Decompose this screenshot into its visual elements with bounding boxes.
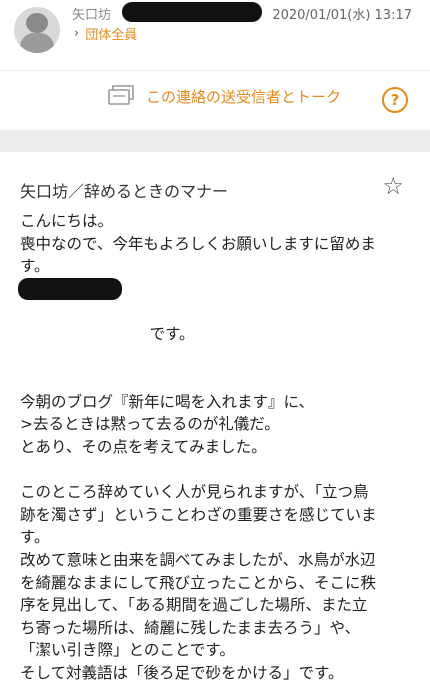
message-line: す。 xyxy=(20,257,50,276)
message-line: そして対義語は「後ろ足で砂をかける」です。 xyxy=(20,663,344,682)
message-line: 序を見出して、「ある期間を過ごした場所、また立 xyxy=(20,596,368,615)
message-card: 矢口坊／辞めるときのマナー ☆ こんにちは。 喪中なので、今年もよろしくお願いし… xyxy=(0,152,430,682)
message-line: す。 xyxy=(20,528,50,547)
sender-avatar[interactable] xyxy=(14,7,60,53)
message-header: 矢口坊 2020/01/01(水) 13:17 › 団体全員 xyxy=(0,0,430,62)
message-line: 跡を濁さず」ということわざの重要さを感じていま xyxy=(20,505,377,524)
talk-bar: この連絡の送受信者とトーク ? xyxy=(0,70,430,127)
message-line: とあり、その点を考えてみました。 xyxy=(20,437,267,456)
recipient-group-label: 団体全員 xyxy=(85,28,138,43)
recipient-group-link[interactable]: › 団体全員 xyxy=(74,24,137,43)
message-line: こんにちは。 xyxy=(20,212,114,230)
message-datetime: 2020/01/01(水) 13:17 xyxy=(272,8,412,23)
section-separator xyxy=(0,130,430,152)
sender-name: 矢口坊 xyxy=(72,8,112,23)
message-body: こんにちは。 喪中なので、今年もよろしくお願いしますに留めま す。 です。 今朝… xyxy=(18,210,416,684)
message-line: 喪中なので、今年もよろしくお願いしますに留めま xyxy=(20,234,376,253)
avatar-head-shape xyxy=(26,13,48,33)
chevron-right-icon: › xyxy=(74,26,80,41)
message-line: このところ辞めていく人が見られますが、「立つ鳥 xyxy=(20,483,369,502)
talk-link-label: この連絡の送受信者とトーク xyxy=(146,87,342,106)
message-blank-line xyxy=(20,368,416,391)
message-line: 改めて意味と由来を調べてみましたが、水鳥が水辺 xyxy=(20,550,376,569)
chat-bubbles-icon xyxy=(108,85,134,105)
message-line: です。 xyxy=(18,277,416,368)
help-icon[interactable]: ? xyxy=(382,87,408,113)
message-title: 矢口坊／辞めるときのマナー xyxy=(20,182,229,201)
redaction-mark xyxy=(18,277,122,300)
message-line: ち寄った場所は、綺麗に残したまま去ろう」や、 xyxy=(20,618,361,637)
message-line: 「潔い引き際」とのことです。 xyxy=(20,641,235,660)
redaction-mark xyxy=(122,2,262,22)
message-line: >去るときは黙って去るのが礼儀だ。 xyxy=(20,415,280,434)
message-line: 今朝のブログ『新年に喝を入れます』に、 xyxy=(20,392,315,411)
message-line-text: です。 xyxy=(149,324,195,343)
avatar-body-shape xyxy=(20,33,54,53)
talk-with-recipients-button[interactable]: この連絡の送受信者とトーク xyxy=(108,85,341,107)
message-line: を綺麗なままにして飛び立ったことから、そこに秩 xyxy=(20,573,377,592)
star-icon[interactable]: ☆ xyxy=(382,172,404,200)
message-blank-line xyxy=(20,459,416,482)
